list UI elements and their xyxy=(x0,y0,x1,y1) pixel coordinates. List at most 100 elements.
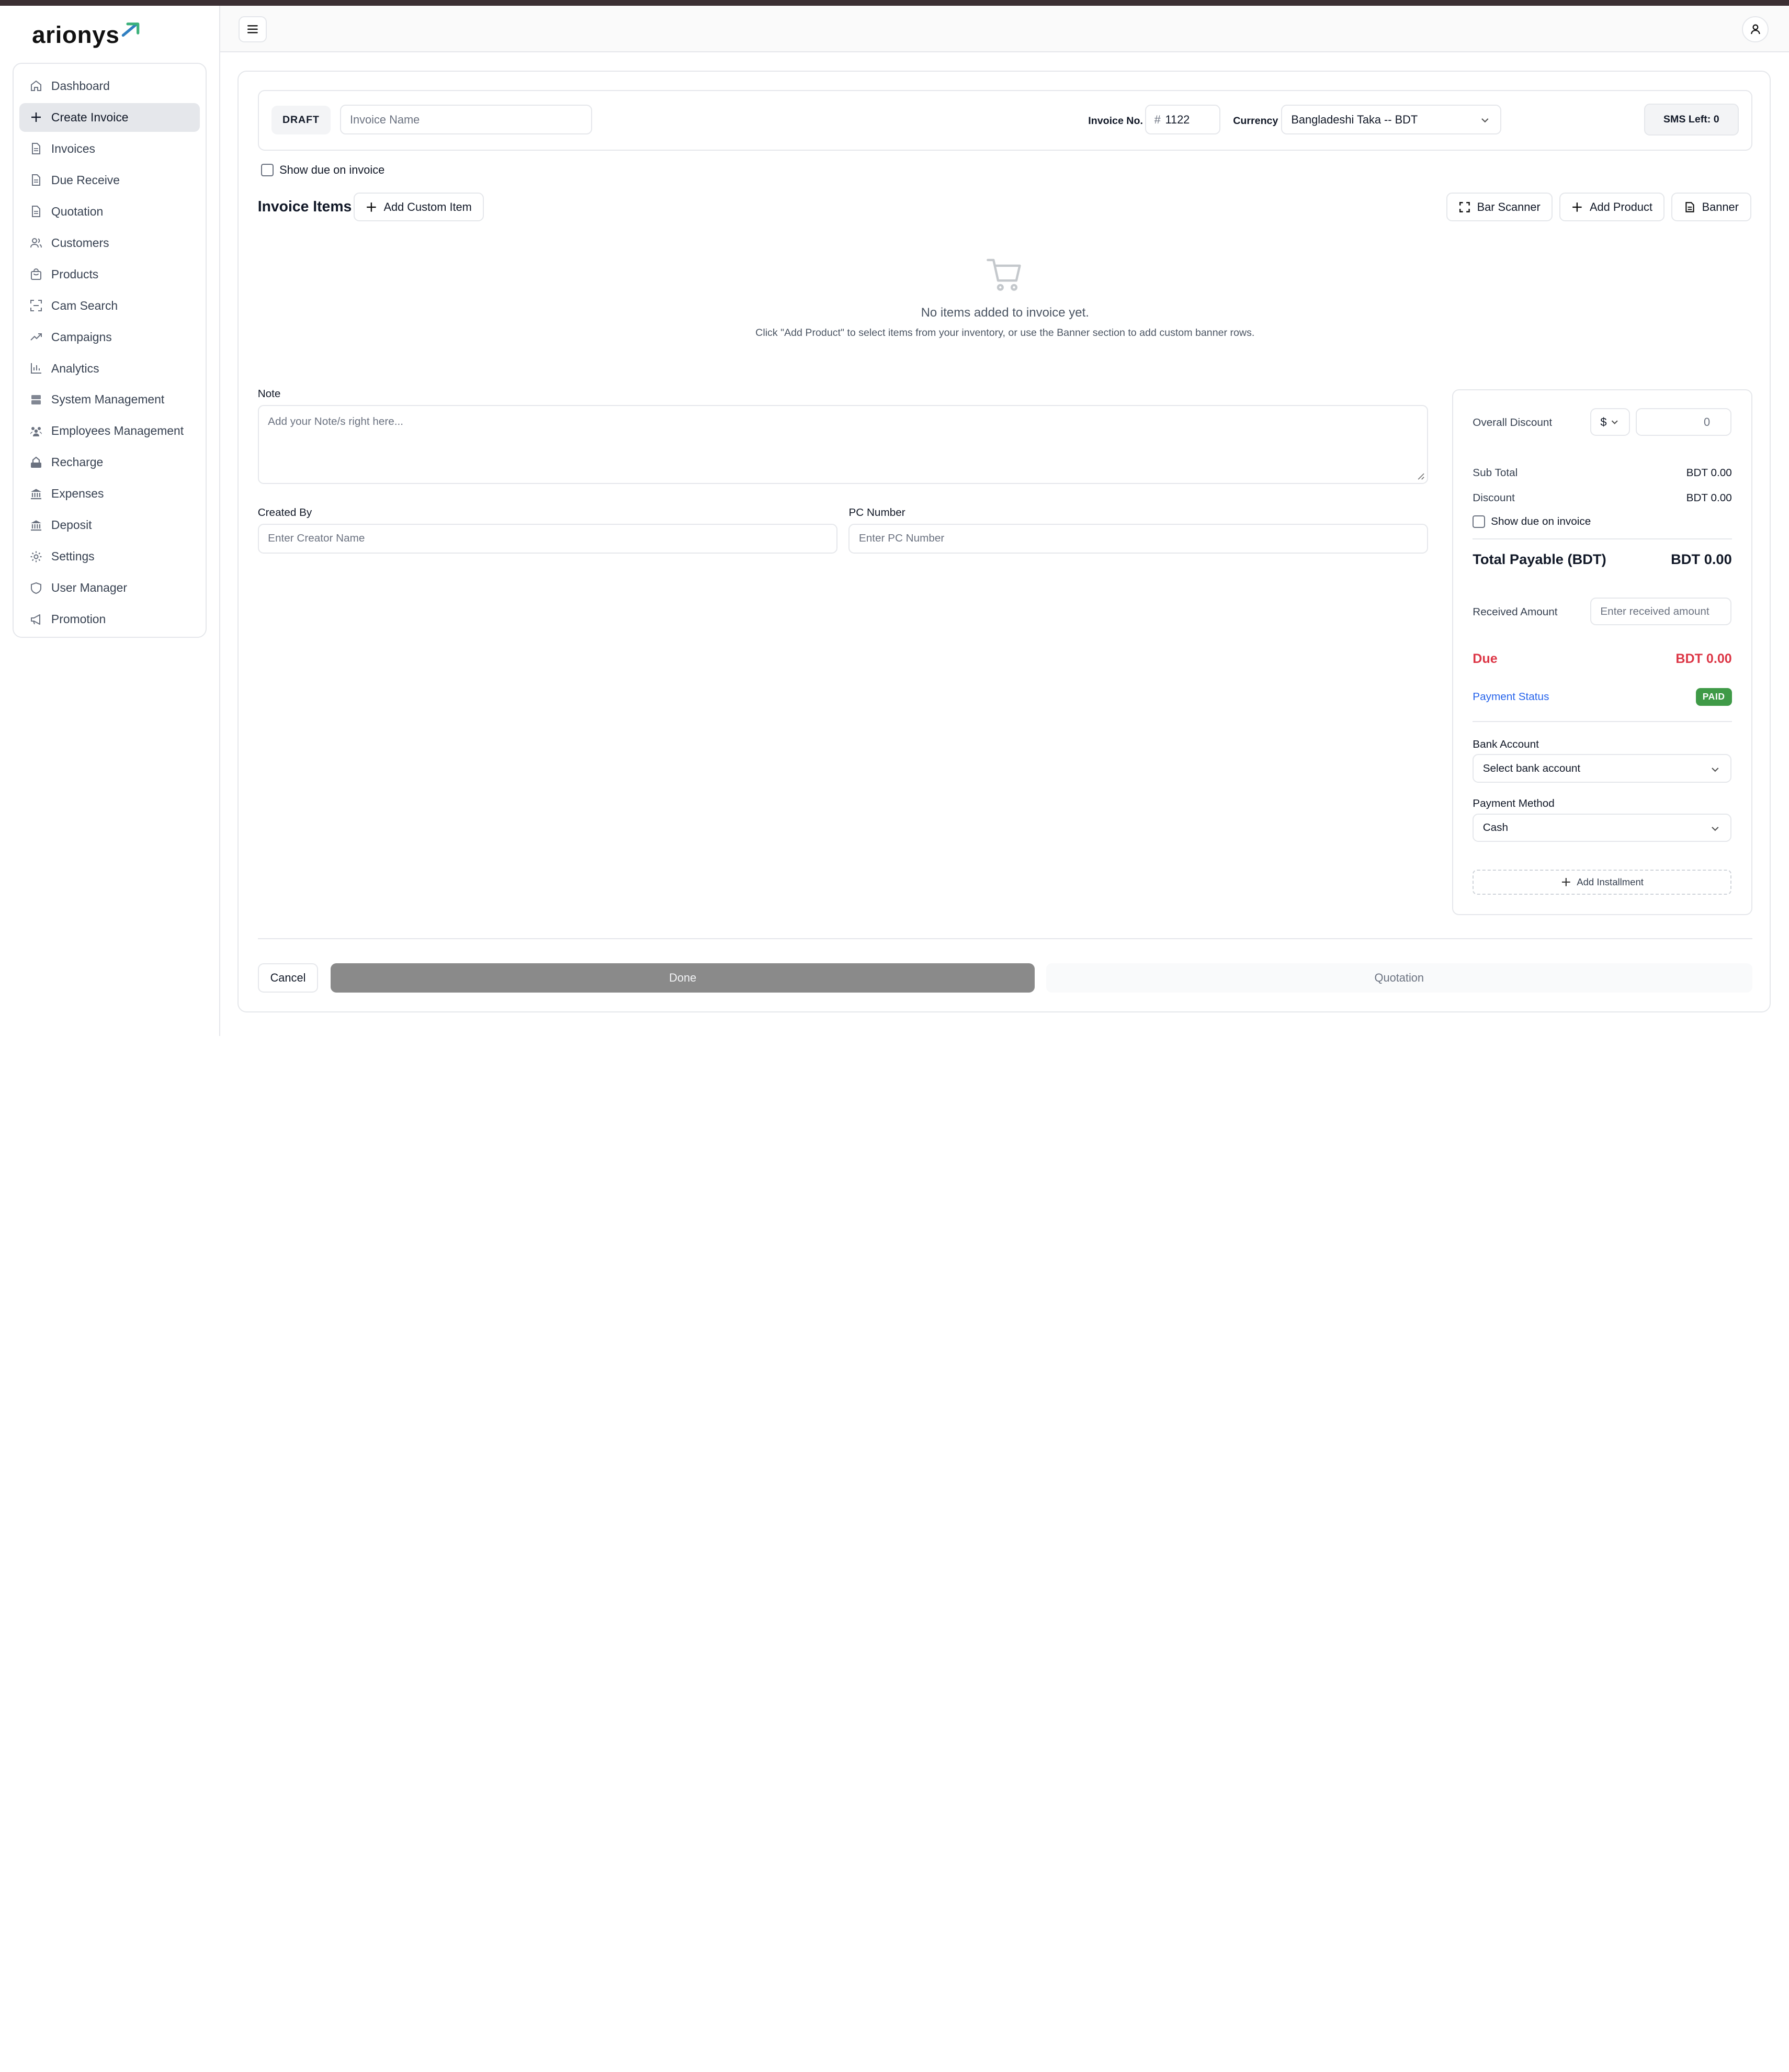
scan-icon xyxy=(1459,201,1470,212)
sidebar-item-deposit[interactable]: Deposit xyxy=(19,511,200,540)
sidebar-item-customers[interactable]: Customers xyxy=(19,229,200,257)
invoice-header-strip: DRAFT Invoice No. # 1122 Currency Bangla… xyxy=(257,90,1752,151)
sidebar-item-recharge[interactable]: Recharge xyxy=(19,448,200,477)
header xyxy=(220,5,1789,53)
sidebar-item-quotation[interactable]: Quotation xyxy=(19,197,200,226)
quotation-button[interactable]: Quotation xyxy=(1046,963,1752,993)
banner-button[interactable]: Banner xyxy=(1671,193,1751,221)
discount-value-input[interactable]: 0 xyxy=(1636,408,1732,436)
bar-scanner-button[interactable]: Bar Scanner xyxy=(1446,193,1553,221)
document-icon xyxy=(1685,201,1694,212)
resize-grip-icon[interactable] xyxy=(1417,472,1425,480)
created-by-input[interactable]: Enter Creator Name xyxy=(257,523,837,554)
received-amount-label: Received Amount xyxy=(1473,605,1558,618)
app-root: arionys Dashboard Create Invoice Invoices D… xyxy=(0,0,1789,1037)
discount-type-value: $ xyxy=(1600,415,1607,429)
received-amount-placeholder: Enter received amount xyxy=(1600,605,1709,617)
cancel-button[interactable]: Cancel xyxy=(257,963,319,993)
server-icon xyxy=(30,393,42,406)
recharge-icon xyxy=(30,456,42,469)
sidebar-item-products[interactable]: Products xyxy=(19,260,200,289)
discount-type-select[interactable]: $ xyxy=(1590,408,1631,436)
sidebar-item-label: Due Receive xyxy=(51,173,120,187)
megaphone-icon xyxy=(30,613,42,626)
payment-method-select[interactable]: Cash xyxy=(1473,813,1732,842)
note-textarea[interactable]: Add your Note/s right here... xyxy=(257,405,1429,484)
received-amount-input[interactable]: Enter received amount xyxy=(1590,598,1732,625)
sidebar-item-promotion[interactable]: Promotion xyxy=(19,605,200,634)
note-placeholder: Add your Note/s right here... xyxy=(268,415,404,427)
gear-icon xyxy=(30,550,42,563)
bank-account-label: Bank Account xyxy=(1473,738,1539,750)
pc-number-label: PC Number xyxy=(848,506,905,519)
sidebar-item-user-manager[interactable]: User Manager xyxy=(19,573,200,602)
currency-select[interactable]: Bangladeshi Taka -- BDT xyxy=(1281,105,1501,134)
pc-number-input[interactable]: Enter PC Number xyxy=(848,523,1429,554)
sidebar-item-label: System Management xyxy=(51,392,165,407)
summary-show-due-label: Show due on invoice xyxy=(1491,515,1591,528)
payment-method-value: Cash xyxy=(1482,821,1509,834)
shield-icon xyxy=(30,582,42,594)
sidebar-item-label: User Manager xyxy=(51,581,127,595)
add-custom-item-button[interactable]: Add Custom Item xyxy=(353,193,484,221)
invoice-no-prefix: # xyxy=(1154,112,1161,126)
payment-status-badge: PAID xyxy=(1695,688,1732,706)
sidebar-item-cam-search[interactable]: Cam Search xyxy=(19,291,200,320)
invoice-card: DRAFT Invoice No. # 1122 Currency Bangla… xyxy=(237,71,1771,1012)
pc-number-placeholder: Enter PC Number xyxy=(858,532,945,545)
add-installment-button[interactable]: Add Installment xyxy=(1473,869,1732,895)
done-button[interactable]: Done xyxy=(331,963,1035,993)
discount-row: Discount BDT 0.00 xyxy=(1473,492,1731,504)
overall-discount-label: Overall Discount xyxy=(1473,416,1553,429)
summary-show-due-checkbox[interactable] xyxy=(1473,515,1486,528)
sidebar-item-expenses[interactable]: Expenses xyxy=(19,480,200,509)
sidebar-item-system-management[interactable]: System Management xyxy=(19,386,200,414)
invoice-no-value: 1122 xyxy=(1165,112,1190,126)
sidebar-item-analytics[interactable]: Analytics xyxy=(19,354,200,383)
menu-toggle-button[interactable] xyxy=(238,16,267,42)
sidebar-item-create-invoice[interactable]: Create Invoice xyxy=(19,103,200,132)
sidebar-item-campaigns[interactable]: Campaigns xyxy=(19,323,200,352)
actions-divider xyxy=(257,938,1752,939)
summary-divider xyxy=(1473,721,1732,723)
hamburger-icon xyxy=(247,25,258,33)
add-product-button[interactable]: Add Product xyxy=(1559,193,1665,221)
sidebar-item-label: Deposit xyxy=(51,518,92,532)
logo-mark-icon xyxy=(121,22,140,37)
total-payable-value: BDT 0.00 xyxy=(1671,551,1732,568)
sidebar-item-label: Products xyxy=(51,267,99,281)
add-custom-item-label: Add Custom Item xyxy=(383,200,472,213)
payment-summary-panel: Overall Discount $ 0 Sub Total BDT 0.00 … xyxy=(1452,389,1752,915)
show-due-toggle[interactable]: Show due on invoice xyxy=(261,163,384,177)
sidebar-item-label: Create Invoice xyxy=(51,110,129,124)
home-icon xyxy=(30,80,42,92)
sidebar-item-dashboard[interactable]: Dashboard xyxy=(19,72,200,100)
sidebar-item-settings[interactable]: Settings xyxy=(19,543,200,571)
show-due-checkbox[interactable] xyxy=(261,163,274,176)
currency-label: Currency xyxy=(1233,115,1278,127)
discount-label: Discount xyxy=(1473,491,1515,504)
trend-icon xyxy=(30,331,42,343)
sidebar-item-due-receive[interactable]: Due Receive xyxy=(19,166,200,195)
due-value: BDT 0.00 xyxy=(1675,651,1732,666)
file-icon xyxy=(30,174,42,186)
sidebar-item-label: Cam Search xyxy=(51,298,118,312)
chevron-down-icon xyxy=(1481,118,1489,123)
logo-text: arionys xyxy=(32,21,120,48)
bank-account-select[interactable]: Select bank account xyxy=(1473,754,1732,783)
invoice-no-label: Invoice No. xyxy=(1088,115,1143,127)
sidebar-item-employees-management[interactable]: Employees Management xyxy=(19,417,200,446)
total-payable-label: Total Payable (BDT) xyxy=(1473,551,1606,568)
sms-left-badge: SMS Left: 0 xyxy=(1644,104,1739,136)
invoice-name-input[interactable] xyxy=(339,105,592,134)
sidebar-item-label: Settings xyxy=(51,549,95,564)
user-menu-button[interactable] xyxy=(1742,16,1769,42)
bar-chart-icon xyxy=(30,362,42,375)
sidebar-item-invoices[interactable]: Invoices xyxy=(19,134,200,163)
sidebar-item-label: Promotion xyxy=(51,612,106,626)
invoice-no-input[interactable]: # 1122 xyxy=(1145,105,1221,134)
file-icon xyxy=(30,142,42,155)
add-installment-label: Add Installment xyxy=(1577,876,1644,887)
logo[interactable]: arionys xyxy=(32,17,141,47)
summary-show-due-toggle[interactable]: Show due on invoice xyxy=(1473,515,1591,528)
